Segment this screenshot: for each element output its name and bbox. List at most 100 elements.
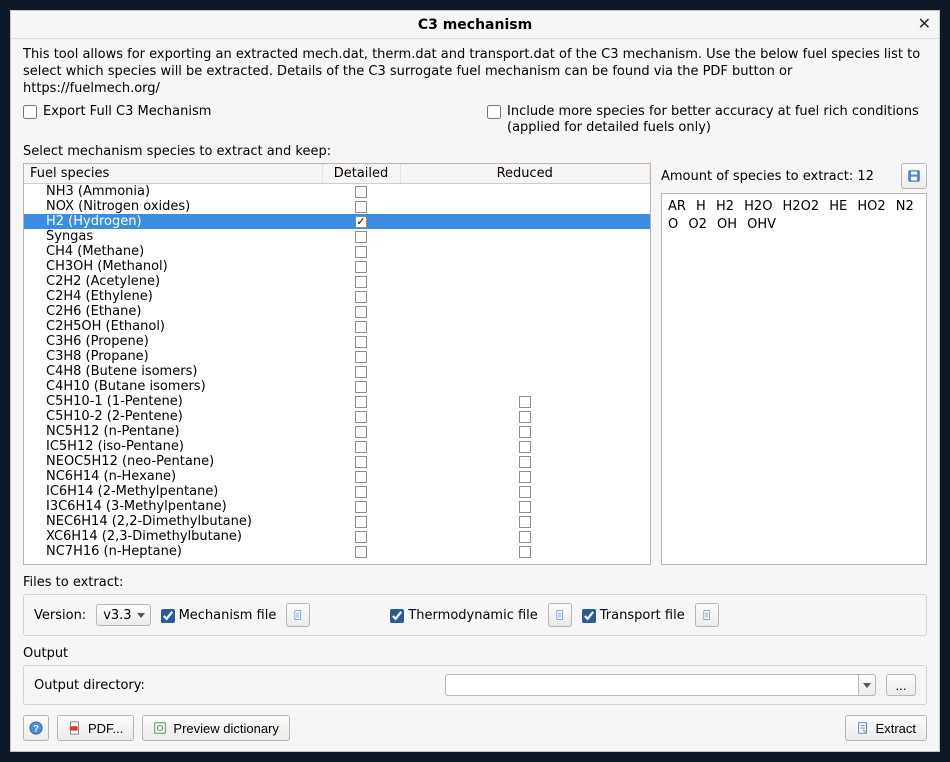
detailed-checkbox[interactable] bbox=[355, 441, 367, 453]
table-row[interactable]: CH4 (Methane) bbox=[24, 244, 650, 259]
reduced-cell[interactable] bbox=[400, 304, 650, 319]
reduced-cell[interactable] bbox=[400, 244, 650, 259]
export-full-checkbox[interactable] bbox=[23, 105, 37, 119]
detailed-cell[interactable] bbox=[322, 289, 400, 304]
detailed-cell[interactable] bbox=[322, 529, 400, 544]
reduced-checkbox[interactable] bbox=[519, 426, 531, 438]
version-select[interactable]: v3.3 bbox=[96, 604, 150, 626]
pdf-button[interactable]: PDF... bbox=[57, 715, 134, 741]
detailed-checkbox[interactable] bbox=[355, 216, 367, 228]
transport-file-option[interactable]: Transport file bbox=[582, 608, 685, 623]
table-row[interactable]: I3C6H14 (3-Methylpentane) bbox=[24, 499, 650, 514]
output-dir-input[interactable] bbox=[445, 674, 858, 696]
output-dir-combo[interactable] bbox=[445, 674, 876, 696]
detailed-checkbox[interactable] bbox=[355, 336, 367, 348]
export-full-option[interactable]: Export Full C3 Mechanism bbox=[23, 104, 463, 137]
table-row[interactable]: C5H10-1 (1-Pentene) bbox=[24, 394, 650, 409]
table-row[interactable]: C2H6 (Ethane) bbox=[24, 304, 650, 319]
reduced-cell[interactable] bbox=[400, 424, 650, 439]
reduced-cell[interactable] bbox=[400, 199, 650, 214]
detailed-checkbox[interactable] bbox=[355, 366, 367, 378]
detailed-checkbox[interactable] bbox=[355, 456, 367, 468]
table-row[interactable]: C2H4 (Ethylene) bbox=[24, 289, 650, 304]
table-row[interactable]: C2H2 (Acetylene) bbox=[24, 274, 650, 289]
detailed-checkbox[interactable] bbox=[355, 291, 367, 303]
mechanism-checkbox[interactable] bbox=[161, 609, 175, 623]
reduced-checkbox[interactable] bbox=[519, 411, 531, 423]
detailed-cell[interactable] bbox=[322, 484, 400, 499]
detailed-checkbox[interactable] bbox=[355, 186, 367, 198]
column-header-name[interactable]: Fuel species bbox=[24, 164, 322, 184]
detailed-checkbox[interactable] bbox=[355, 531, 367, 543]
detailed-checkbox[interactable] bbox=[355, 411, 367, 423]
detailed-checkbox[interactable] bbox=[355, 501, 367, 513]
table-row[interactable]: XC6H14 (2,3-Dimethylbutane) bbox=[24, 529, 650, 544]
detailed-cell[interactable] bbox=[322, 304, 400, 319]
browse-button[interactable]: ... bbox=[886, 674, 916, 696]
detailed-cell[interactable] bbox=[322, 499, 400, 514]
detailed-cell[interactable] bbox=[322, 259, 400, 274]
reduced-cell[interactable] bbox=[400, 529, 650, 544]
table-row[interactable]: C3H8 (Propane) bbox=[24, 349, 650, 364]
table-row[interactable]: NEC6H14 (2,2-Dimethylbutane) bbox=[24, 514, 650, 529]
reduced-cell[interactable] bbox=[400, 439, 650, 454]
reduced-cell[interactable] bbox=[400, 364, 650, 379]
detailed-cell[interactable] bbox=[322, 469, 400, 484]
reduced-cell[interactable] bbox=[400, 454, 650, 469]
detailed-cell[interactable] bbox=[322, 364, 400, 379]
thermo-file-option[interactable]: Thermodynamic file bbox=[390, 608, 537, 623]
save-species-button[interactable] bbox=[901, 163, 927, 189]
detailed-checkbox[interactable] bbox=[355, 201, 367, 213]
reduced-cell[interactable] bbox=[400, 349, 650, 364]
thermo-checkbox[interactable] bbox=[390, 609, 404, 623]
transport-file-button[interactable] bbox=[695, 603, 719, 627]
detailed-checkbox[interactable] bbox=[355, 486, 367, 498]
column-header-reduced[interactable]: Reduced bbox=[400, 164, 650, 184]
reduced-checkbox[interactable] bbox=[519, 441, 531, 453]
table-row[interactable]: NH3 (Ammonia) bbox=[24, 184, 650, 199]
table-row[interactable]: Syngas bbox=[24, 229, 650, 244]
detailed-cell[interactable] bbox=[322, 274, 400, 289]
detailed-cell[interactable] bbox=[322, 319, 400, 334]
reduced-cell[interactable] bbox=[400, 214, 650, 229]
detailed-cell[interactable] bbox=[322, 544, 400, 559]
extract-button[interactable]: Extract bbox=[845, 715, 927, 741]
detailed-cell[interactable] bbox=[322, 184, 400, 199]
reduced-checkbox[interactable] bbox=[519, 486, 531, 498]
table-row[interactable]: IC5H12 (iso-Pentane) bbox=[24, 439, 650, 454]
reduced-checkbox[interactable] bbox=[519, 516, 531, 528]
detailed-cell[interactable] bbox=[322, 199, 400, 214]
thermo-file-button[interactable] bbox=[548, 603, 572, 627]
table-row[interactable]: H2 (Hydrogen) bbox=[24, 214, 650, 229]
reduced-cell[interactable] bbox=[400, 544, 650, 559]
reduced-cell[interactable] bbox=[400, 394, 650, 409]
detailed-cell[interactable] bbox=[322, 409, 400, 424]
detailed-cell[interactable] bbox=[322, 229, 400, 244]
detailed-checkbox[interactable] bbox=[355, 396, 367, 408]
include-more-option[interactable]: Include more species for better accuracy… bbox=[487, 104, 927, 137]
table-row[interactable]: C3H6 (Propene) bbox=[24, 334, 650, 349]
mechanism-file-button[interactable] bbox=[286, 603, 310, 627]
reduced-cell[interactable] bbox=[400, 484, 650, 499]
reduced-cell[interactable] bbox=[400, 274, 650, 289]
table-row[interactable]: NEOC5H12 (neo-Pentane) bbox=[24, 454, 650, 469]
detailed-checkbox[interactable] bbox=[355, 321, 367, 333]
detailed-cell[interactable] bbox=[322, 349, 400, 364]
reduced-cell[interactable] bbox=[400, 319, 650, 334]
transport-checkbox[interactable] bbox=[582, 609, 596, 623]
detailed-cell[interactable] bbox=[322, 514, 400, 529]
mechanism-file-option[interactable]: Mechanism file bbox=[161, 608, 277, 623]
preview-dictionary-button[interactable]: Preview dictionary bbox=[142, 715, 290, 741]
reduced-cell[interactable] bbox=[400, 259, 650, 274]
detailed-checkbox[interactable] bbox=[355, 546, 367, 558]
detailed-checkbox[interactable] bbox=[355, 426, 367, 438]
table-row[interactable]: C2H5OH (Ethanol) bbox=[24, 319, 650, 334]
reduced-checkbox[interactable] bbox=[519, 456, 531, 468]
close-icon[interactable]: ✕ bbox=[918, 15, 931, 33]
detailed-cell[interactable] bbox=[322, 424, 400, 439]
reduced-cell[interactable] bbox=[400, 499, 650, 514]
detailed-checkbox[interactable] bbox=[355, 231, 367, 243]
table-row[interactable]: NC7H16 (n-Heptane) bbox=[24, 544, 650, 559]
detailed-cell[interactable] bbox=[322, 334, 400, 349]
reduced-checkbox[interactable] bbox=[519, 396, 531, 408]
